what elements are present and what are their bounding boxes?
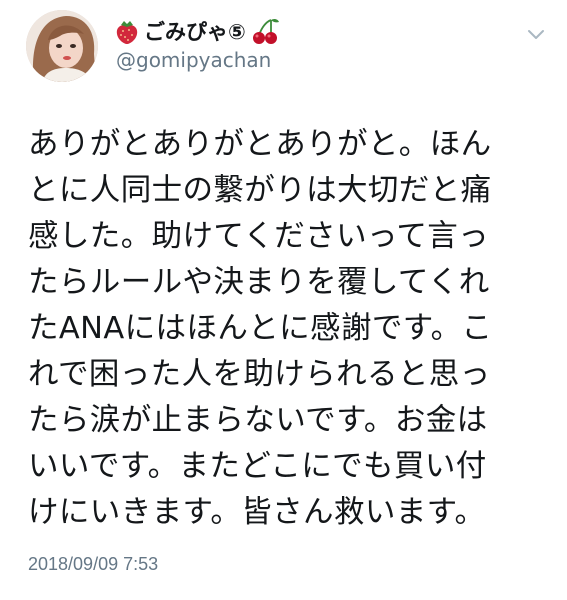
tweet-text-line: とに人同士の繋がりは大切だと痛: [28, 173, 492, 208]
tweet-text-line: たら涙が止まらないです。お金は: [28, 403, 488, 438]
avatar[interactable]: [26, 10, 98, 82]
tweet-text-line: たANAにはほんとに感謝です。こ: [28, 311, 493, 346]
strawberry-icon: [114, 17, 140, 45]
tweet-text-line: たらルールや決まりを覆してくれ: [28, 265, 490, 300]
chevron-down-icon[interactable]: [526, 26, 546, 40]
tweet-timestamp[interactable]: 2018/09/09 7:53: [28, 554, 158, 575]
tweet-text-line: れで困った人を助けられると思っ: [28, 357, 491, 392]
display-name[interactable]: ごみぴゃ⑤: [144, 16, 246, 46]
tweet-text: ありがとありがとありがと。ほん とに人同士の繋がりは大切だと痛 感した。助けてく…: [28, 122, 548, 536]
user-handle[interactable]: @gomipyachan: [116, 48, 271, 72]
name-row: ごみぴゃ⑤: [114, 14, 280, 48]
tweet-text-line: 感した。助けてくださいって言っ: [28, 219, 490, 254]
tweet-text-line: けにいきます。皆さん救います。: [28, 495, 486, 530]
cherries-icon: [250, 17, 280, 45]
tweet-text-line: ありがとありがとありがと。ほん: [28, 127, 492, 162]
tweet-text-line: いいです。またどこにでも買い付: [28, 449, 487, 484]
tweet-header: ごみぴゃ⑤ @gomipyachan: [0, 0, 567, 96]
